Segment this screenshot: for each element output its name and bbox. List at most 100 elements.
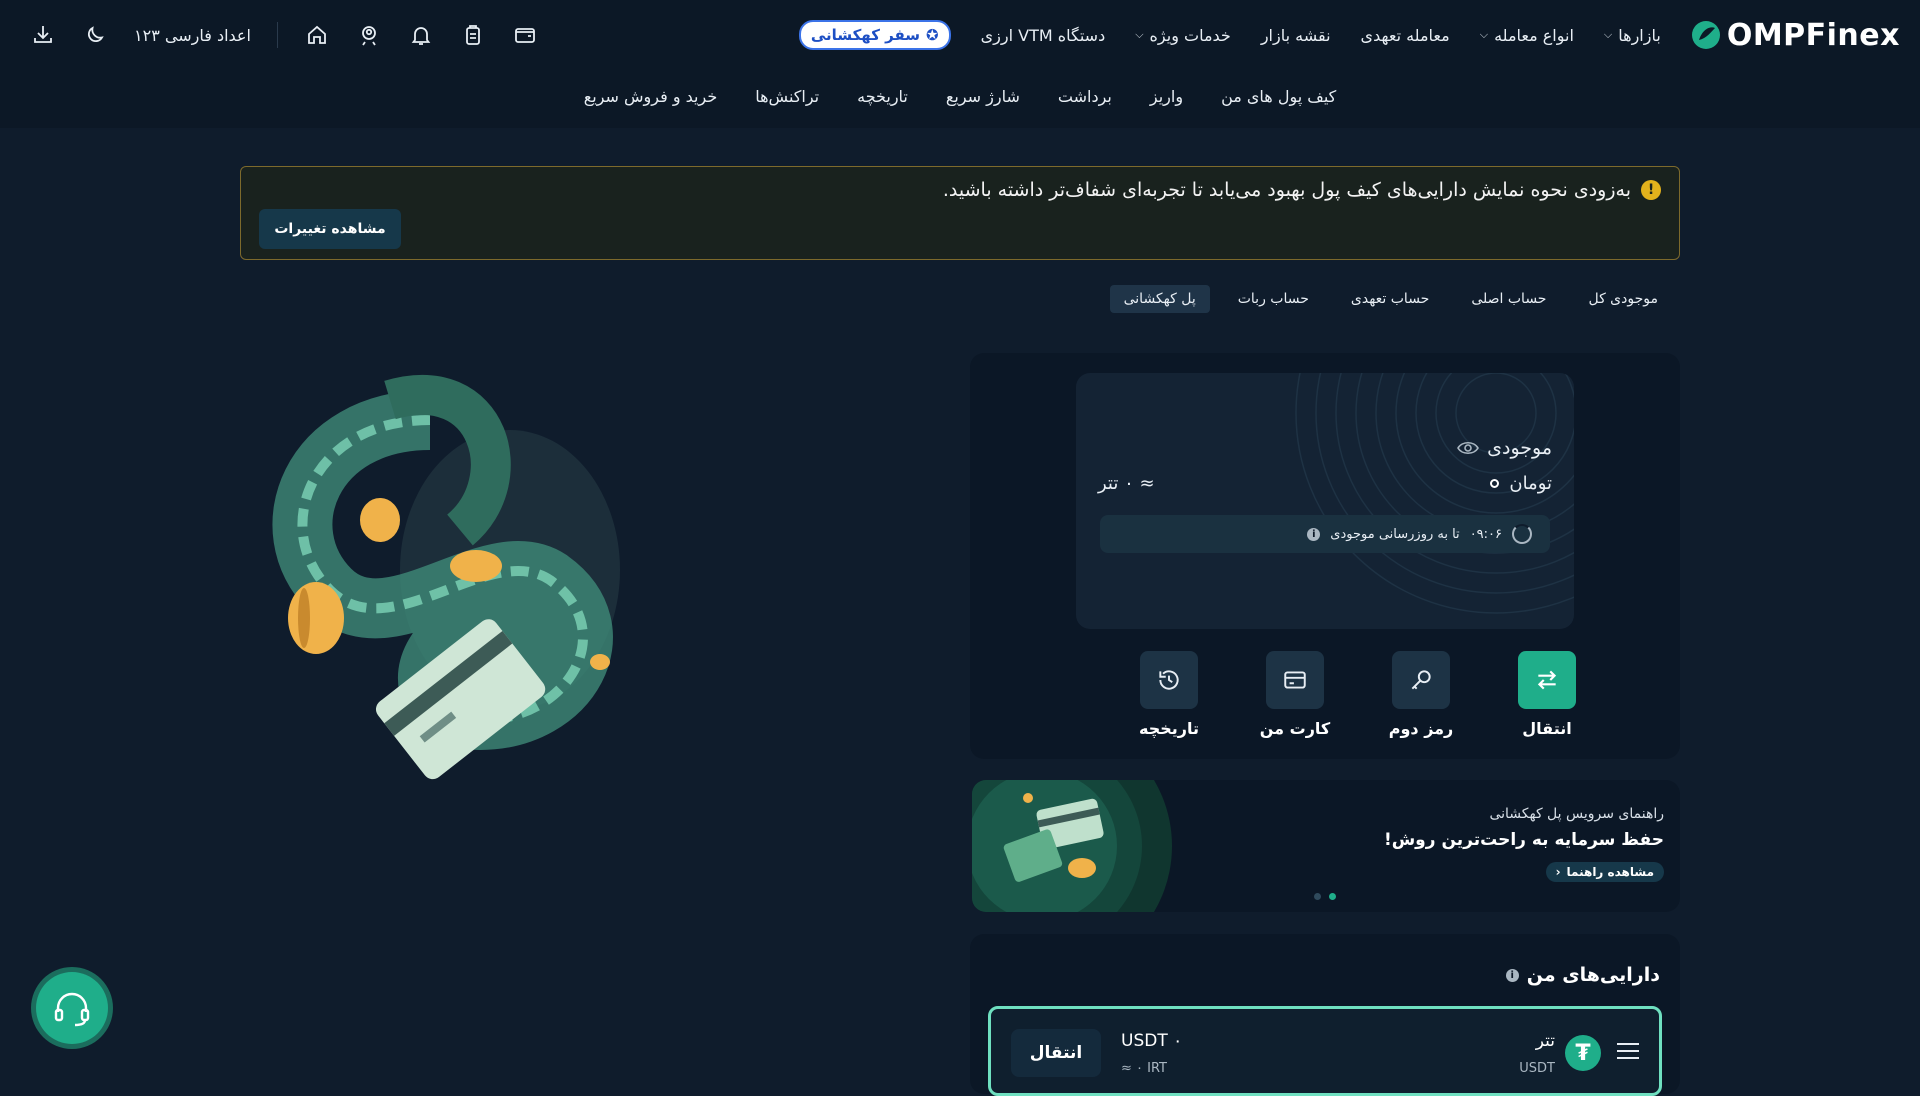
wallet-actions: انتقال رمز دوم کارت من تاریخچه (1138, 651, 1578, 738)
nav-special-services[interactable]: خدمات ویژه ⌵ (1135, 26, 1231, 45)
number-format-toggle[interactable]: اعداد فارسی ۱۲۳ (134, 26, 251, 45)
user-badge-icon[interactable] (356, 22, 382, 48)
chevron-down-icon: ⌵ (1603, 28, 1613, 41)
transfer-icon (1518, 651, 1576, 709)
promo-label: سفر کهکشانی (810, 26, 921, 44)
nav-special-services-label: خدمات ویژه (1149, 25, 1231, 45)
subnav-deposit[interactable]: واریز (1150, 78, 1183, 114)
bell-icon[interactable] (408, 22, 434, 48)
carousel-dot-active[interactable] (1329, 893, 1336, 900)
notice-text: به‌زودی نحوه نمایش دارایی‌های کیف پول به… (942, 179, 1631, 201)
main-nav-row: OMPFinex بازارها ⌵ انواع معامله ⌵ معامله… (0, 0, 1920, 70)
wallet-icon[interactable] (512, 22, 538, 48)
subnav-quick-charge[interactable]: شارژ سریع (946, 78, 1020, 114)
wallet-subnav: کیف پول های من واریز برداشت شارژ سریع تا… (0, 78, 1920, 114)
guide-subtitle: راهنمای سرویس پل کهکشانی (1489, 806, 1664, 822)
nav-market-map-label: نقشه بازار (1260, 25, 1331, 45)
info-icon[interactable]: i (1307, 527, 1321, 541)
menu-icon[interactable] (1617, 1043, 1639, 1064)
headset-icon (54, 992, 90, 1027)
balance-toman: تومان (1490, 473, 1552, 494)
fingerprint-pattern (1295, 373, 1574, 614)
balance-card: موجودی تومان ≈ ۰ تتر ۰۹:۰۶ تا به روزرسان… (970, 353, 1680, 759)
asset-irt-value: ≈ ۰ IRT (1121, 1061, 1168, 1076)
nav-markets[interactable]: بازارها ⌵ (1604, 26, 1661, 45)
asset-name: تتر (1535, 1031, 1555, 1051)
eye-icon[interactable] (1457, 440, 1480, 456)
subnav-withdraw[interactable]: برداشت (1058, 78, 1112, 114)
divider (276, 22, 278, 48)
view-guide-label: مشاهده راهنما (1566, 865, 1654, 879)
nav-trade-types[interactable]: انواع معامله ⌵ (1480, 26, 1574, 45)
chevron-down-icon: ⌵ (1479, 28, 1489, 41)
nav-vtm[interactable]: دستگاه VTM ارزی (981, 26, 1106, 45)
clipboard-icon[interactable] (460, 22, 486, 48)
history-action[interactable]: تاریخچه (1138, 651, 1200, 738)
subnav-my-wallets[interactable]: کیف پول های من (1221, 78, 1336, 114)
logo-mark-icon (1691, 21, 1720, 49)
chevron-left-icon: ‹ (1555, 865, 1561, 879)
balance-panel: موجودی تومان ≈ ۰ تتر ۰۹:۰۶ تا به روزرسان… (1076, 373, 1574, 629)
carousel-dots (1314, 893, 1336, 900)
nav-margin-trade-label: معامله تعهدی (1360, 25, 1450, 45)
account-tabs: موجودی کل حساب اصلی حساب تعهدی حساب ربات… (1109, 285, 1672, 313)
tab-margin-account[interactable]: حساب تعهدی (1337, 285, 1443, 313)
support-chat-button[interactable] (36, 972, 108, 1044)
assets-title-text: دارایی‌های من (1526, 964, 1660, 986)
transfer-label: انتقال (1522, 719, 1572, 738)
my-card-action[interactable]: کارت من (1260, 651, 1330, 738)
tab-galaxy-bridge[interactable]: پل کهکشانی (1109, 285, 1210, 313)
info-icon[interactable]: i (1505, 968, 1519, 982)
guide-illustration (972, 780, 1172, 912)
nav-vtm-label: دستگاه VTM ارزی (980, 25, 1106, 45)
view-guide-button[interactable]: مشاهده راهنما ‹ (1545, 862, 1664, 882)
card-icon (1266, 651, 1324, 709)
tab-total-balance[interactable]: موجودی کل (1574, 285, 1672, 313)
star-icon: ✪ (926, 26, 939, 44)
my-assets-section: دارایی‌های من i ₮ تتر USDT USDT ۰ ≈ ۰ IR… (970, 934, 1680, 1096)
guide-title: حفظ سرمایه به راحت‌ترین روش! (1383, 830, 1664, 850)
nav-trade-types-label: انواع معامله (1494, 25, 1574, 45)
promo-galaxy-button[interactable]: ✪ سفر کهکشانی (798, 20, 951, 50)
balance-title-text: موجودی (1487, 437, 1552, 459)
notice-message: ! به‌زودی نحوه نمایش دارایی‌های کیف پول … (259, 179, 1661, 201)
asset-code: USDT (1519, 1061, 1555, 1076)
asset-transfer-button[interactable]: انتقال (1011, 1029, 1101, 1077)
tab-bot-account[interactable]: حساب ربات (1224, 285, 1323, 313)
transfer-action[interactable]: انتقال (1516, 651, 1578, 738)
logo[interactable]: OMPFinex (1691, 18, 1900, 53)
second-password-action[interactable]: رمز دوم (1388, 651, 1454, 738)
subnav-quick-buy-sell[interactable]: خرید و فروش سریع (584, 78, 718, 114)
download-icon[interactable] (30, 22, 56, 48)
nav-margin-trade[interactable]: معامله تعهدی (1361, 26, 1450, 45)
nav-market-map[interactable]: نقشه بازار (1261, 26, 1331, 45)
tether-icon: ₮ (1565, 1035, 1601, 1071)
refresh-text: تا به روزرسانی موجودی (1330, 526, 1460, 542)
carousel-dot[interactable] (1314, 893, 1321, 900)
second-password-label: رمز دوم (1388, 719, 1454, 738)
nav-markets-label: بازارها (1618, 25, 1661, 45)
countdown-value: ۰۹:۰۶ (1469, 526, 1502, 542)
history-icon (1140, 651, 1198, 709)
view-changes-button[interactable]: مشاهده تغییرات (259, 209, 401, 249)
zero-value-dot (1490, 479, 1500, 488)
moon-icon[interactable] (82, 22, 108, 48)
asset-row[interactable]: ₮ تتر USDT USDT ۰ ≈ ۰ IRT انتقال (988, 1006, 1662, 1096)
tab-main-account[interactable]: حساب اصلی (1457, 285, 1560, 313)
refresh-countdown: ۰۹:۰۶ تا به روزرسانی موجودی i (1100, 515, 1550, 553)
wallet-illustration (272, 374, 620, 780)
balance-tether: ≈ ۰ تتر (1098, 473, 1155, 494)
refresh-spinner-icon (1512, 524, 1532, 544)
key-icon (1392, 651, 1450, 709)
top-navigation: OMPFinex بازارها ⌵ انواع معامله ⌵ معامله… (0, 0, 1920, 128)
primary-nav: OMPFinex بازارها ⌵ انواع معامله ⌵ معامله… (798, 18, 1900, 53)
assets-title: دارایی‌های من i (1505, 964, 1660, 986)
asset-amount: USDT ۰ (1121, 1031, 1183, 1051)
subnav-history[interactable]: تاریخچه (857, 78, 908, 114)
history-label: تاریخچه (1139, 719, 1199, 738)
subnav-transactions[interactable]: تراکنش‌ها (755, 78, 819, 114)
notice-banner: ! به‌زودی نحوه نمایش دارایی‌های کیف پول … (240, 166, 1680, 260)
toman-label: تومان (1509, 473, 1552, 494)
home-icon[interactable] (304, 22, 330, 48)
balance-title: موجودی (1457, 437, 1552, 459)
